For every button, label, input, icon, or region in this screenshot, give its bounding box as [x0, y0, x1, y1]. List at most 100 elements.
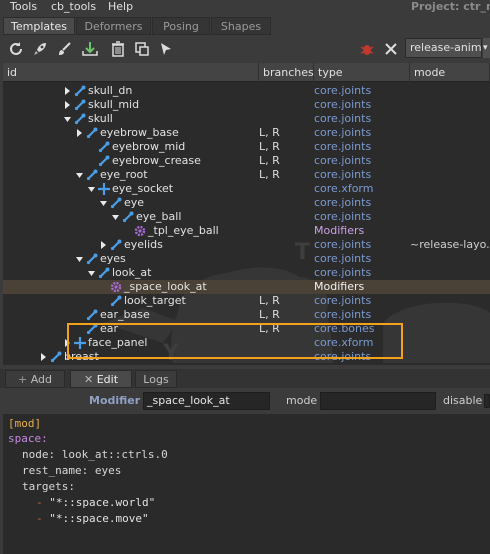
tree-row-label: skull: [88, 112, 113, 125]
import-icon[interactable]: [80, 39, 100, 59]
bug-icon[interactable]: [357, 39, 377, 59]
tree-row[interactable]: eyebrow_base L, R core.joints: [3, 126, 490, 140]
tree-row[interactable]: skull core.joints: [3, 112, 490, 126]
expand-down-icon[interactable]: [99, 196, 108, 210]
expand-right-icon[interactable]: [63, 336, 72, 350]
joint-icon: [110, 295, 122, 307]
rocket-icon[interactable]: [30, 39, 50, 59]
column-type[interactable]: type: [314, 63, 410, 82]
tree-row-type: core.xform: [314, 182, 374, 195]
tab-edit[interactable]: ✕ Edit: [70, 370, 132, 388]
expand-right-icon[interactable]: [63, 98, 72, 112]
tab-templates[interactable]: Templates: [3, 17, 75, 35]
disable-checkbox[interactable]: [484, 394, 490, 408]
code-text: targets:: [22, 480, 75, 493]
xform-icon: [74, 337, 86, 349]
tools-icon[interactable]: [381, 39, 401, 59]
tree-row[interactable]: skull_dn core.joints: [3, 84, 490, 98]
menu-help[interactable]: Help: [108, 0, 133, 15]
tree-row-label: eyebrow_mid: [112, 140, 186, 153]
tree-row[interactable]: eyebrow_mid L, R core.joints: [3, 140, 490, 154]
expand-down-icon[interactable]: [87, 266, 96, 280]
joint-icon: [98, 155, 110, 167]
template-tree[interactable]: T Y id branches type mode skull_dn core.j…: [3, 63, 490, 365]
tree-row[interactable]: breast core.joints: [3, 350, 490, 364]
expand-down-icon[interactable]: [63, 112, 72, 126]
joint-icon: [86, 127, 98, 139]
tree-row[interactable]: _space_look_at Modifiers: [3, 280, 490, 294]
tree-row-name: look_at: [87, 266, 151, 280]
tree-row[interactable]: eye_ball core.joints: [3, 210, 490, 224]
tree-row-label: skull_mid: [88, 98, 140, 111]
joint-icon: [110, 197, 122, 209]
expand-right-icon[interactable]: [75, 126, 84, 140]
tree-row[interactable]: look_at core.joints: [3, 266, 490, 280]
tree-row[interactable]: _tpl_eye_ball Modifiers: [3, 224, 490, 238]
tree-row-type: core.joints: [314, 98, 372, 111]
expand-right-icon[interactable]: [39, 350, 48, 364]
tab-logs[interactable]: Logs: [135, 370, 177, 388]
expand-down-icon[interactable]: [75, 252, 84, 266]
brush-icon[interactable]: [54, 39, 74, 59]
tree-row-mode: ~release-layo...: [410, 238, 490, 251]
copy-icon[interactable]: [132, 39, 152, 59]
expand-right-icon[interactable]: [99, 238, 108, 252]
menu-tools[interactable]: Tools: [10, 0, 37, 15]
tree-row-branches: L, R: [259, 154, 280, 167]
tree-row[interactable]: ear_base L, R core.joints: [3, 308, 490, 322]
tree-row[interactable]: face_panel core.xform: [3, 336, 490, 350]
tree-row[interactable]: eye_socket core.xform: [3, 182, 490, 196]
tab-shapes[interactable]: Shapes: [211, 17, 271, 35]
mode-field[interactable]: [320, 392, 436, 410]
tree-row-type: core.joints: [314, 126, 372, 139]
tab-edit-label: Edit: [96, 373, 119, 386]
xform-icon: [98, 183, 110, 195]
joint-icon: [74, 85, 86, 97]
column-id[interactable]: id: [3, 63, 259, 82]
tab-add[interactable]: + Add: [5, 370, 65, 388]
modifier-icon: [134, 225, 146, 237]
tree-row[interactable]: look_target L, R core.joints: [3, 294, 490, 308]
tree-row-branches: L, R: [259, 126, 280, 139]
tree-row-type: Modifiers: [314, 280, 365, 293]
tree-row[interactable]: eye core.joints: [3, 196, 490, 210]
tree-row[interactable]: eye_root L, R core.joints: [3, 168, 490, 182]
menu-cb-tools[interactable]: cb_tools: [51, 0, 96, 15]
tree-row[interactable]: skull_mid core.joints: [3, 98, 490, 112]
tree-row[interactable]: ear L, R core.bones: [3, 322, 490, 336]
chevron-down-icon[interactable]: ▾: [483, 38, 490, 58]
expand-down-icon[interactable]: [87, 182, 96, 196]
modifier-name-field[interactable]: _space_look_at: [143, 392, 270, 410]
anim-layer-select[interactable]: release-anim: [405, 38, 482, 58]
tab-posing[interactable]: Posing: [152, 17, 210, 35]
expand-right-icon[interactable]: [63, 84, 72, 98]
trash-icon[interactable]: [108, 39, 128, 59]
code-line: [mod]: [8, 417, 41, 431]
tree-row[interactable]: eyes core.joints: [3, 252, 490, 266]
expand-down-icon[interactable]: [75, 168, 84, 182]
pointer-icon[interactable]: [156, 39, 176, 59]
code-line: - "*::space.move": [36, 512, 149, 525]
code-editor[interactable]: [mod] space: node: look_at::ctrls.0 rest…: [3, 414, 490, 554]
tree-row[interactable]: eyebrow_crease L, R core.joints: [3, 154, 490, 168]
expand-down-icon[interactable]: [111, 210, 120, 224]
tree-row-branches: L, R: [259, 322, 280, 335]
tree-row-type: core.joints: [314, 84, 372, 97]
tree-row-label: look_at: [112, 266, 152, 279]
tab-deformers[interactable]: Deformers: [76, 17, 151, 35]
disable-label: disable: [443, 394, 483, 407]
tree-row[interactable]: eyelids core.joints ~release-layo...: [3, 238, 490, 252]
refresh-icon[interactable]: [6, 39, 26, 59]
tree-row-type: Modifiers: [314, 224, 365, 237]
tree-row-type: core.joints: [314, 266, 372, 279]
modifier-label: Modifier: [89, 394, 141, 407]
tree-row-name: _space_look_at: [99, 280, 207, 294]
column-branches[interactable]: branches: [259, 63, 314, 82]
tree-row-type: core.bones: [314, 322, 375, 335]
column-mode[interactable]: mode: [410, 63, 490, 82]
tree-row-name: breast: [39, 350, 99, 364]
